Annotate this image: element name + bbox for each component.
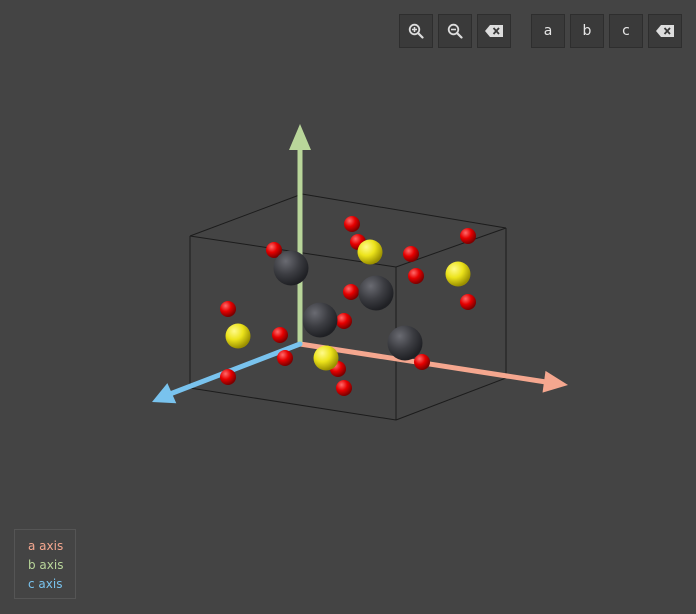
red-atom xyxy=(343,284,359,300)
dark-atom xyxy=(302,302,338,338)
red-atom xyxy=(336,313,352,329)
axis-legend: a axis b axis c axis xyxy=(14,529,76,599)
legend-b-axis: b axis xyxy=(28,558,64,572)
yellow-atom xyxy=(225,323,251,349)
red-atom xyxy=(460,294,476,310)
red-atom xyxy=(414,354,430,370)
crystal-structure-viewport[interactable] xyxy=(0,0,696,614)
dark-atom xyxy=(387,325,423,361)
yellow-atom xyxy=(357,239,383,265)
red-atom xyxy=(460,228,476,244)
red-atom xyxy=(336,380,352,396)
yellow-atom xyxy=(445,261,471,287)
dark-atom xyxy=(273,250,309,286)
red-atom xyxy=(408,268,424,284)
red-atom xyxy=(403,246,419,262)
dark-atom xyxy=(358,275,394,311)
red-atom xyxy=(272,327,288,343)
legend-c-axis: c axis xyxy=(28,577,63,591)
yellow-atom xyxy=(313,345,339,371)
red-atom xyxy=(344,216,360,232)
legend-a-axis: a axis xyxy=(28,539,64,553)
red-atom xyxy=(220,301,236,317)
red-atom xyxy=(277,350,293,366)
red-atom xyxy=(220,369,236,385)
